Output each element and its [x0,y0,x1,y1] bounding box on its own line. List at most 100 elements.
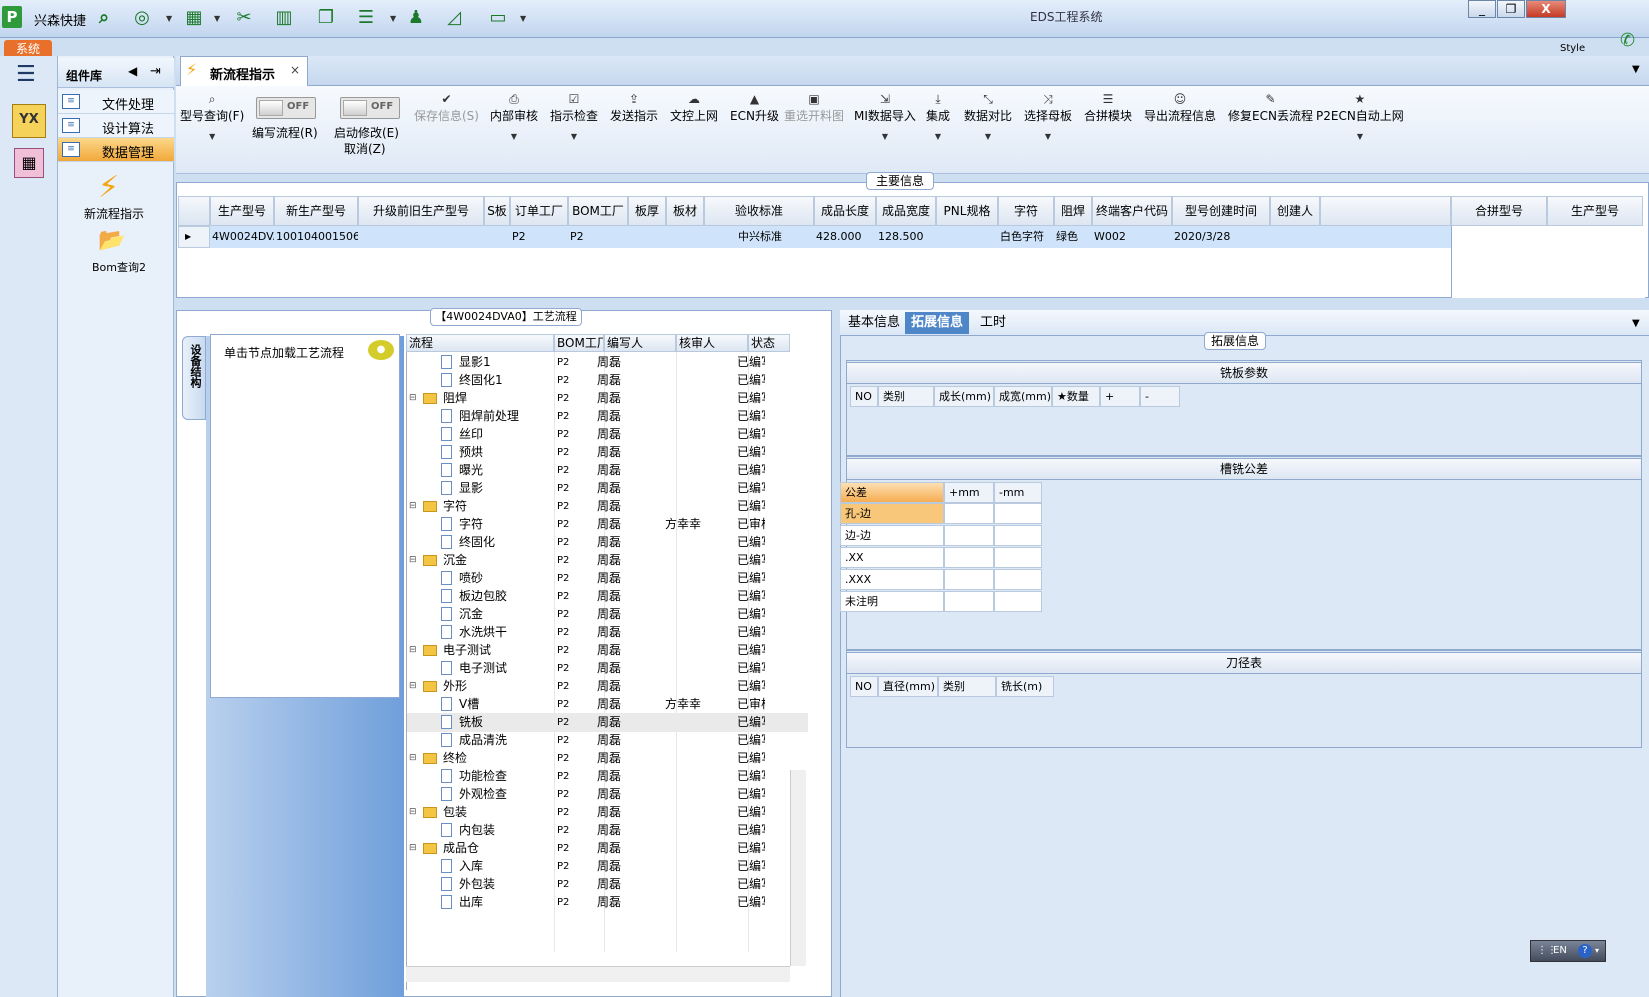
tree-node-label[interactable]: 成品仓 [443,839,479,858]
tool-col-header[interactable]: NO [850,676,878,697]
instruction-check-button[interactable]: ☑ 指示检查 ▼ [550,92,598,141]
minimize-button[interactable]: _ [1468,0,1496,18]
tree-node-label[interactable]: 包装 [443,803,467,822]
tree-row[interactable]: 显影1 P2 周磊 已编写 [407,353,808,372]
main-info-cell[interactable]: 128.500 [876,226,936,248]
main-info-col-header[interactable]: 阻焊 [1054,196,1092,226]
tree-row[interactable]: V槽 P2 周磊 方幸幸 已审核 [407,695,808,714]
tree-row[interactable]: 铣板 P2 周磊 已编写 [407,713,808,732]
user-icon[interactable]: ♟ [404,6,428,30]
tree-node-label[interactable]: 电子测试 [443,641,491,660]
tree-node-label[interactable]: 水洗烘干 [459,623,507,642]
chevron-down-icon[interactable]: ▼ [1632,64,1640,75]
collapse-icon[interactable]: ⊟ [409,551,417,570]
collapse-icon[interactable]: ⊟ [409,839,417,858]
film-icon[interactable]: ▥ [272,6,296,30]
main-info-cell[interactable] [666,226,704,248]
chevron-down-icon[interactable]: ▼ [390,14,398,23]
tree-col-header[interactable]: 状态 [748,334,790,352]
tree-node-label[interactable]: 终固化1 [459,371,503,390]
collapse-icon[interactable]: ⊟ [409,641,417,660]
collapse-icon[interactable]: ⊟ [409,749,417,768]
main-info-cell[interactable]: 白色字符 [998,226,1054,248]
tree-horizontal-scrollbar[interactable] [406,966,790,982]
tree-row[interactable]: 曝光 P2 周磊 已编写 [407,461,808,480]
integrate-button[interactable]: ⤓ 集成 ▼ [926,92,950,141]
ecn-upgrade-button[interactable]: ▲ ECN升级 [730,92,779,124]
tree-row[interactable]: 阻焊前处理 P2 周磊 已编写 [407,407,808,426]
tree-node-label[interactable]: 字符 [443,497,467,516]
tree-row[interactable]: 入库 P2 周磊 已编写 [407,857,808,876]
settings-icon[interactable]: ◎ [130,6,154,30]
tree-row[interactable]: 功能检查 P2 周磊 已编写 [407,767,808,786]
tree-node-label[interactable]: 出库 [459,893,483,912]
main-info-cell[interactable]: P2 [568,226,628,248]
tree-col-header[interactable]: BOM工厂 [554,334,604,352]
main-info-col-header[interactable]: 新生产型号 [274,196,358,226]
factory-icon[interactable]: YX [12,104,46,138]
tolerance-col-header[interactable]: 公差 [840,482,944,503]
monitor-icon[interactable]: ▭ [486,6,510,30]
main-info-cell[interactable]: 绿色 [1054,226,1092,248]
export-flow-info-button[interactable]: ☺ 导出流程信息 [1144,92,1216,124]
tolerance-row-label[interactable]: .XX [840,547,944,568]
main-info-col-header[interactable]: 终端客户代码 [1092,196,1172,226]
tree-node-label[interactable]: 电子测试 [459,659,507,678]
chevron-down-icon[interactable]: ▼ [166,14,174,23]
chevron-down-icon[interactable]: ▼ [214,14,222,23]
internal-review-button[interactable]: ⎙ 内部审核 ▼ [490,92,538,141]
tree-node-label[interactable]: 预烘 [459,443,483,462]
main-info-cell[interactable] [936,226,998,248]
main-info-cell[interactable]: 10010400150603 [274,226,358,248]
chart-icon[interactable]: ◿ [442,6,466,30]
style-menu[interactable]: Style [1560,43,1585,54]
tab-work-hours[interactable]: 工时 [974,312,1012,334]
chevron-down-icon[interactable]: ▾ [1595,941,1599,961]
merge-module-button[interactable]: ☰ 合拼模块 [1084,92,1132,124]
tree-row[interactable]: 终固化 P2 周磊 已编写 [407,533,808,552]
tree-node-label[interactable]: 入库 [459,857,483,876]
pin-icon[interactable]: ⇥ [150,64,161,79]
main-info-cell[interactable]: 4W0024DVA0 [210,226,274,248]
load-flow-box[interactable] [210,334,400,698]
tolerance-plus-cell[interactable] [944,525,994,546]
tree-node-label[interactable]: 沉金 [459,605,483,624]
tree-node-label[interactable]: 显影1 [459,353,491,372]
tolerance-row-label[interactable]: 孔-边 [840,503,944,524]
main-info-col-header[interactable]: 创建人 [1270,196,1320,226]
tree-vertical-scrollbar[interactable] [790,770,806,966]
tool-bom-query-label[interactable]: Bom查询2 [92,259,146,275]
tree-node-label[interactable]: 铣板 [459,713,483,732]
tree-node-label[interactable]: 阻焊 [443,389,467,408]
milling-col-header[interactable]: 成长(mm) [934,386,994,407]
tolerance-col-header[interactable]: +mm [944,482,994,503]
main-info-col-header[interactable]: 生产型号 [210,196,274,226]
tree-node-label[interactable]: 终固化 [459,533,495,552]
close-icon[interactable]: × [290,63,300,77]
write-flow-toggle[interactable]: OFF [256,97,316,119]
tree-row[interactable]: 板边包胶 P2 周磊 已编写 [407,587,808,606]
main-info-col-header[interactable]: PNL规格 [936,196,998,226]
fix-ecn-lost-flow-button[interactable]: ✎ 修复ECN丢流程 [1228,92,1313,124]
tree-node-label[interactable]: 板边包胶 [459,587,507,606]
restore-button[interactable]: ❐ [1497,0,1525,18]
tree-row[interactable]: ⊟ 成品仓 P2 周磊 已编写 [407,839,808,858]
tolerance-row-label[interactable]: 未注明 [840,591,944,612]
ime-language[interactable]: EN [1553,941,1567,961]
main-info-cell[interactable]: 428.000 [814,226,876,248]
tab-label[interactable]: 新流程指示 [210,64,275,83]
tree-row[interactable]: 成品清洗 P2 周磊 已编写 [407,731,808,750]
library-item-design-algorithm[interactable]: ≡ 设计算法 [58,114,174,138]
calculator-icon[interactable]: ▦ [14,148,44,178]
tolerance-minus-cell[interactable] [994,547,1042,568]
library-item-data-management[interactable]: ≡ 数据管理 [58,138,174,162]
tree-node-label[interactable]: 外包装 [459,875,495,894]
main-info-col-header[interactable]: 订单工厂 [510,196,568,226]
tool-col-header[interactable]: 类别 [938,676,996,697]
tolerance-minus-cell[interactable] [994,503,1042,524]
tree-node-label[interactable]: 喷砂 [459,569,483,588]
add-row-button[interactable]: + [1100,386,1140,407]
lightning-icon[interactable]: ⚡ [98,170,119,205]
tree-node-label[interactable]: 终检 [443,749,467,768]
phone-icon[interactable]: ✆ [1620,30,1635,51]
